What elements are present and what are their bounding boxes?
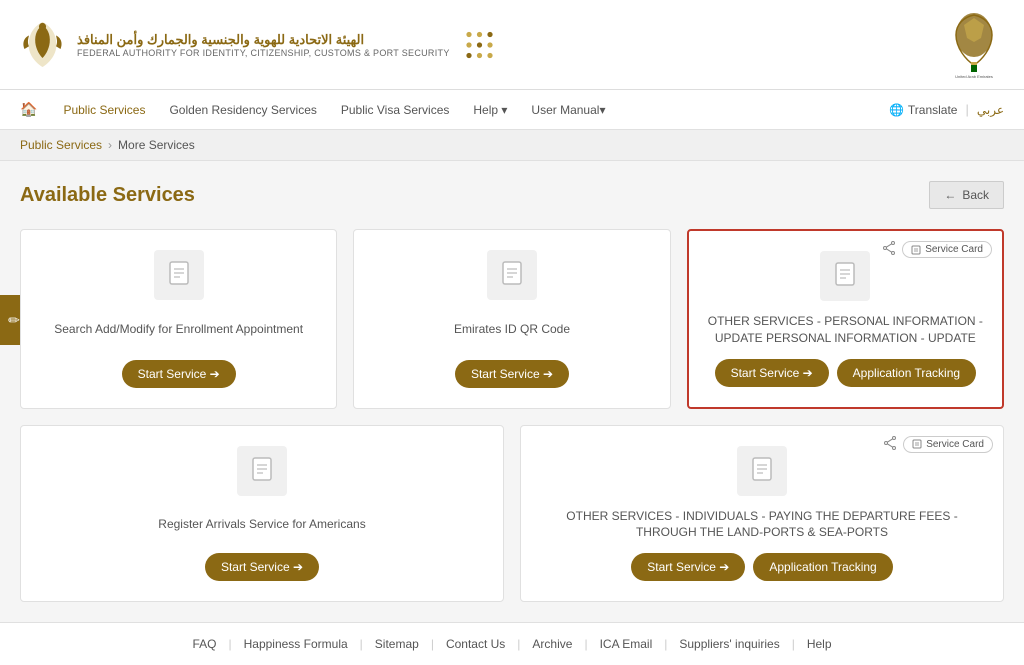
footer-sep-3: | xyxy=(431,637,434,651)
translate-label: Translate xyxy=(908,103,958,117)
service-cards-row2-wrapper: Register Arrivals Service for Americans … xyxy=(20,425,1004,603)
service-card-departure-fees: Service Card OTHER SERVICES - INDIVIDUAL… xyxy=(520,425,1004,603)
card-title-personal-info: OTHER SERVICES - PERSONAL INFORMATION - … xyxy=(705,313,986,347)
start-service-emirates-id-button[interactable]: Start Service ➔ xyxy=(455,360,569,388)
back-button[interactable]: ← Back xyxy=(929,181,1004,209)
service-card-badge-departure-label: Service Card xyxy=(926,439,984,450)
logo-arabic-text: الهيئة الاتحادية للهوية والجنسية والجمار… xyxy=(77,32,450,48)
application-tracking-departure-button[interactable]: Application Tracking xyxy=(753,553,892,581)
share-icon[interactable] xyxy=(882,241,896,258)
card-icon-emirates-id xyxy=(487,250,537,300)
footer-sep-7: | xyxy=(792,637,795,651)
footer-sep-5: | xyxy=(584,637,587,651)
service-card-arrivals: Register Arrivals Service for Americans … xyxy=(20,425,504,603)
nav-help[interactable]: Help ▾ xyxy=(471,93,509,127)
service-card-emirates-id: Emirates ID QR Code Start Service ➔ xyxy=(353,229,670,409)
nav-right-section: 🌐 Translate | عربي xyxy=(889,102,1004,117)
start-service-arrivals-button[interactable]: Start Service ➔ xyxy=(205,553,319,581)
breadcrumb: Public Services › More Services xyxy=(0,130,1024,161)
page-title: Available Services xyxy=(20,184,195,207)
nav-public-visa[interactable]: Public Visa Services xyxy=(339,93,452,127)
nav-user-manual[interactable]: User Manual▾ xyxy=(529,93,607,127)
back-label: Back xyxy=(962,188,989,202)
svg-text:United Arab Emirates: United Arab Emirates xyxy=(955,74,993,79)
uae-emblem-icon: United Arab Emirates xyxy=(944,10,1004,80)
header: الهيئة الاتحادية للهوية والجنسية والجمار… xyxy=(0,0,1024,90)
card-title-emirates-id: Emirates ID QR Code xyxy=(454,312,570,348)
card-buttons-personal-info: Start Service ➔ Application Tracking xyxy=(715,359,976,387)
back-arrow-icon: ← xyxy=(944,188,956,202)
start-service-departure-button[interactable]: Start Service ➔ xyxy=(631,553,745,581)
pattern-icon xyxy=(462,25,497,65)
nav-golden-residency[interactable]: Golden Residency Services xyxy=(167,93,318,127)
card-top-actions-departure: Service Card xyxy=(883,436,993,453)
card-title-arrivals: Register Arrivals Service for Americans xyxy=(158,508,365,542)
card-icon-personal-info xyxy=(820,251,870,301)
start-service-personal-info-button[interactable]: Start Service ➔ xyxy=(715,359,829,387)
translate-icon: 🌐 xyxy=(889,103,904,117)
logo-text: الهيئة الاتحادية للهوية والجنسية والجمار… xyxy=(77,32,450,58)
service-card-badge-departure[interactable]: Service Card xyxy=(903,436,993,453)
page-header: Available Services ← Back xyxy=(20,181,1004,209)
footer-sitemap[interactable]: Sitemap xyxy=(375,637,419,651)
footer-sep-1: | xyxy=(228,637,231,651)
navigation: 🏠 Public Services Golden Residency Servi… xyxy=(0,90,1024,130)
footer-archive[interactable]: Archive xyxy=(532,637,572,651)
nav-public-services[interactable]: Public Services xyxy=(61,93,147,127)
footer-contact[interactable]: Contact Us xyxy=(446,637,505,651)
footer-sep-6: | xyxy=(664,637,667,651)
edit-icon: ✏ xyxy=(8,312,20,329)
card-top-actions-personal-info: Service Card xyxy=(882,241,992,258)
service-card-personal-info: Service Card OTHER SERVICES - PERSONAL I… xyxy=(687,229,1004,409)
breadcrumb-separator: › xyxy=(108,138,112,152)
card-icon-enrollment xyxy=(154,250,204,300)
start-service-enrollment-button[interactable]: Start Service ➔ xyxy=(122,360,236,388)
card-title-departure: OTHER SERVICES - INDIVIDUALS - PAYING TH… xyxy=(537,508,987,542)
card-icon-arrivals xyxy=(237,446,287,496)
service-card-enrollment: Search Add/Modify for Enrollment Appoint… xyxy=(20,229,337,409)
footer-help[interactable]: Help xyxy=(807,637,832,651)
card-icon-departure xyxy=(737,446,787,496)
footer: FAQ | Happiness Formula | Sitemap | Cont… xyxy=(0,622,1024,665)
translate-button[interactable]: 🌐 Translate xyxy=(889,103,958,117)
footer-suppliers[interactable]: Suppliers' inquiries xyxy=(679,637,779,651)
service-card-badge-label: Service Card xyxy=(925,244,983,255)
service-cards-row2: Register Arrivals Service for Americans … xyxy=(20,425,1004,603)
footer-happiness[interactable]: Happiness Formula xyxy=(244,637,348,651)
application-tracking-personal-info-button[interactable]: Application Tracking xyxy=(837,359,976,387)
breadcrumb-home[interactable]: Public Services xyxy=(20,138,102,152)
arabic-language-button[interactable]: عربي xyxy=(977,103,1004,117)
breadcrumb-current: More Services xyxy=(118,138,195,152)
home-icon[interactable]: 🏠 xyxy=(20,101,37,118)
share-icon-departure[interactable] xyxy=(883,436,897,453)
logo-english-text: FEDERAL AUTHORITY FOR IDENTITY, CITIZENS… xyxy=(77,48,450,58)
footer-faq[interactable]: FAQ xyxy=(192,637,216,651)
card-buttons-departure: Start Service ➔ Application Tracking xyxy=(631,553,892,581)
header-logo-area: الهيئة الاتحادية للهوية والجنسية والجمار… xyxy=(20,17,497,72)
nav-divider: | xyxy=(965,102,968,117)
main-content: Available Services ← Back Search Add/Mod… xyxy=(0,161,1024,622)
card-title-enrollment: Search Add/Modify for Enrollment Appoint… xyxy=(54,312,303,348)
footer-ica-email[interactable]: ICA Email xyxy=(600,637,653,651)
brand-logo-icon xyxy=(20,17,65,72)
service-cards-row1: Search Add/Modify for Enrollment Appoint… xyxy=(20,229,1004,409)
service-card-badge[interactable]: Service Card xyxy=(902,241,992,258)
footer-sep-4: | xyxy=(517,637,520,651)
header-emblem: United Arab Emirates xyxy=(944,10,1004,80)
footer-sep-2: | xyxy=(360,637,363,651)
